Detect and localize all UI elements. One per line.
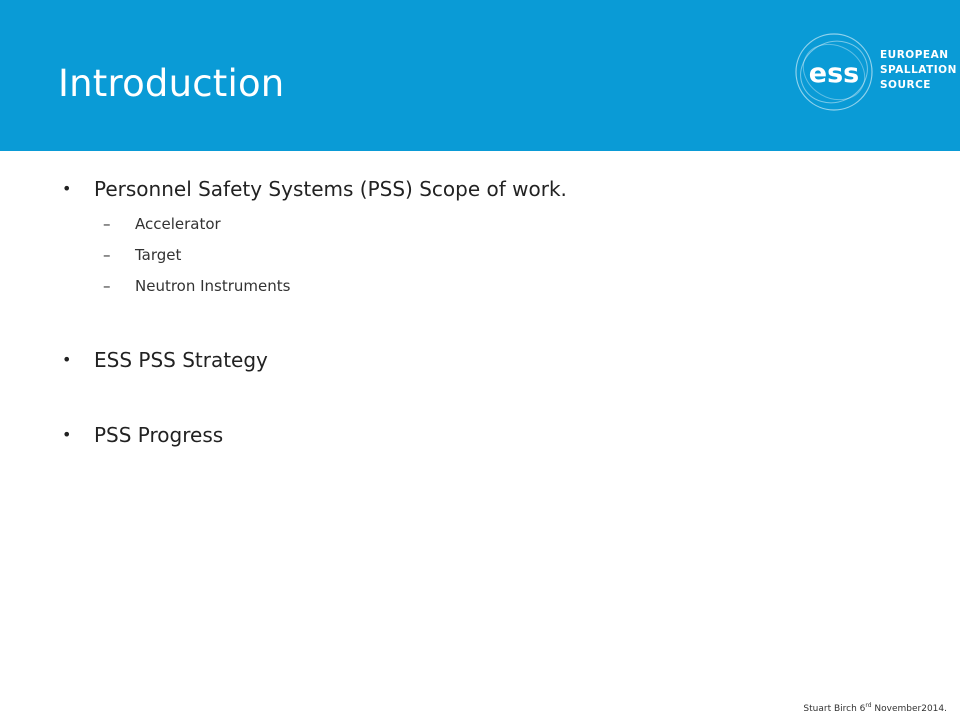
logo-line: SOURCE [880, 79, 931, 91]
bullet-marker: • [62, 425, 72, 444]
footer-suffix: November2014. [871, 704, 947, 714]
bullet-text: ESS PSS Strategy [94, 348, 268, 372]
sub-text: Target [135, 246, 182, 264]
ess-logo: ess EUROPEAN SPALLATION SOURCE [792, 30, 956, 116]
bullet-text: PSS Progress [94, 423, 224, 447]
sub-marker: – [103, 277, 111, 295]
slide-body: • Personnel Safety Systems (PSS) Scope o… [0, 151, 960, 681]
sub-text: Neutron Instruments [135, 277, 291, 295]
bullet-marker: • [62, 179, 72, 198]
logo-wordmark: EUROPEAN SPALLATION SOURCE [880, 48, 957, 93]
sub-marker: – [103, 246, 111, 264]
sub-marker: – [103, 215, 111, 233]
sub-text: Accelerator [135, 215, 221, 233]
slide-title: Introduction [58, 62, 285, 105]
logo-mark-text: ess [809, 58, 859, 89]
slide-header: Introduction ess EUROPEAN SPALLATION SOU… [0, 0, 960, 151]
footer-prefix: Stuart Birch 6 [803, 704, 866, 714]
logo-line: EUROPEAN [880, 49, 949, 61]
ess-logo-icon: ess [795, 33, 873, 111]
bullet-text: Personnel Safety Systems (PSS) Scope of … [94, 177, 567, 201]
slide-footer: Stuart Birch 6rd November2014. [803, 702, 947, 714]
bullet-marker: • [62, 350, 72, 369]
logo-line: SPALLATION [880, 64, 957, 76]
